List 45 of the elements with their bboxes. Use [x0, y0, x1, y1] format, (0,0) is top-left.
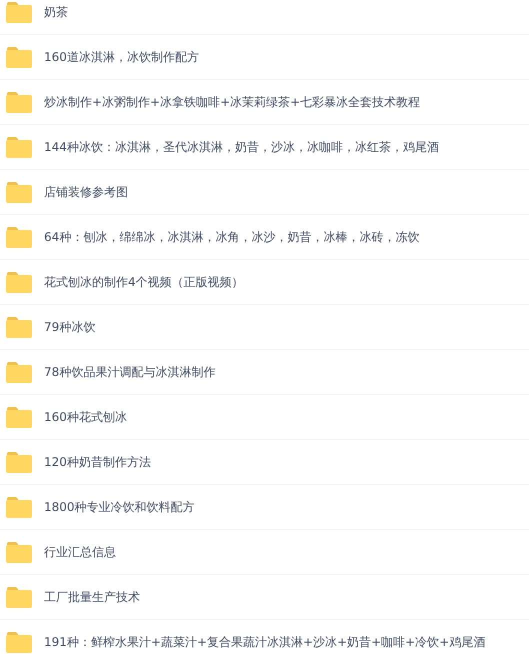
folder-row[interactable]: 炒冰制作+冰粥制作+冰拿铁咖啡+冰茉莉绿茶+七彩暴冰全套技术教程 — [0, 80, 529, 125]
folder-icon — [6, 182, 32, 202]
folder-icon — [6, 586, 32, 608]
folder-name: 花式刨冰的制作4个视频（正版视频） — [44, 274, 244, 291]
folder-name: 店铺装修参考图 — [44, 184, 128, 201]
folder-icon — [6, 316, 32, 338]
folder-name: 160道冰淇淋，冰饮制作配方 — [44, 49, 199, 66]
folder-row[interactable]: 160种花式刨冰 — [0, 395, 529, 440]
folder-icon — [6, 226, 32, 248]
folder-icon — [6, 496, 32, 518]
folder-row[interactable]: 行业汇总信息 — [0, 530, 529, 575]
folder-name: 144种冰饮：冰淇淋，圣代冰淇淋，奶昔，沙冰，冰咖啡，冰红茶，鸡尾酒 — [44, 139, 439, 156]
folder-icon — [6, 2, 32, 22]
folder-row[interactable]: 78种饮品果汁调配与冰淇淋制作 — [0, 350, 529, 395]
folder-name: 工厂批量生产技术 — [44, 589, 140, 606]
folder-icon — [6, 92, 32, 112]
folder-row[interactable]: 191种：鲜榨水果汁+蔬菜汁+复合果蔬汁冰淇淋+沙冰+奶昔+咖啡+冷饮+鸡尾酒 — [0, 620, 529, 654]
folder-icon — [6, 46, 32, 68]
folder-icon — [6, 542, 32, 562]
folder-name: 120种奶昔制作方法 — [44, 454, 151, 471]
folder-icon — [6, 452, 32, 472]
folder-row[interactable]: 79种冰饮 — [0, 305, 529, 350]
folder-row[interactable]: 花式刨冰的制作4个视频（正版视频） — [0, 260, 529, 305]
folder-icon — [6, 632, 32, 652]
folder-row[interactable]: 160道冰淇淋，冰饮制作配方 — [0, 35, 529, 80]
folder-row[interactable]: 144种冰饮：冰淇淋，圣代冰淇淋，奶昔，沙冰，冰咖啡，冰红茶，鸡尾酒 — [0, 125, 529, 170]
folder-name: 79种冰饮 — [44, 319, 96, 336]
folder-icon — [6, 136, 32, 158]
folder-name: 炒冰制作+冰粥制作+冰拿铁咖啡+冰茉莉绿茶+七彩暴冰全套技术教程 — [44, 94, 420, 111]
folder-name: 160种花式刨冰 — [44, 409, 127, 426]
folder-name: 行业汇总信息 — [44, 544, 116, 561]
folder-name: 78种饮品果汁调配与冰淇淋制作 — [44, 364, 216, 381]
folder-icon — [6, 406, 32, 428]
folder-name: 191种：鲜榨水果汁+蔬菜汁+复合果蔬汁冰淇淋+沙冰+奶昔+咖啡+冷饮+鸡尾酒 — [44, 634, 486, 651]
folder-icon — [6, 362, 32, 382]
folder-row[interactable]: 工厂批量生产技术 — [0, 575, 529, 620]
folder-name: 64种：刨冰，绵绵冰，冰淇淋，冰角，冰沙，奶昔，冰棒，冰砖，冻饮 — [44, 229, 420, 246]
folder-row[interactable]: 奶茶 — [0, 0, 529, 35]
folder-row[interactable]: 64种：刨冰，绵绵冰，冰淇淋，冰角，冰沙，奶昔，冰棒，冰砖，冻饮 — [0, 215, 529, 260]
folder-row[interactable]: 120种奶昔制作方法 — [0, 440, 529, 485]
folder-row[interactable]: 1800种专业冷饮和饮料配方 — [0, 485, 529, 530]
folder-icon — [6, 272, 32, 292]
folder-name: 1800种专业冷饮和饮料配方 — [44, 499, 195, 516]
folder-row[interactable]: 店铺装修参考图 — [0, 170, 529, 215]
folder-name: 奶茶 — [44, 4, 68, 21]
